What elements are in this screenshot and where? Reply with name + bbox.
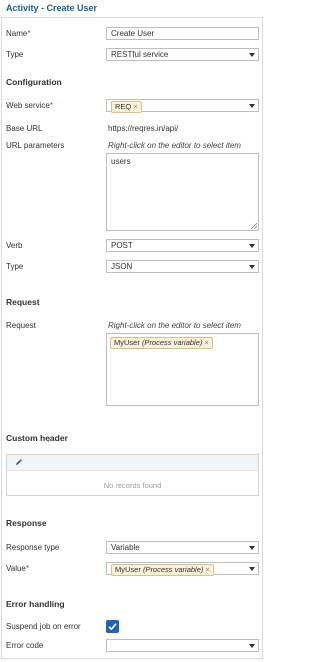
- no-records-text: No records found: [103, 481, 162, 490]
- chevron-down-icon: [249, 644, 255, 648]
- request-section-title: Request: [6, 297, 40, 307]
- configuration-section-title: Configuration: [6, 77, 62, 87]
- error-code-label: Error code: [6, 641, 44, 650]
- config-type-label: Type: [6, 262, 24, 271]
- type-select[interactable]: RESTful service: [106, 48, 259, 61]
- url-parameters-text: users: [111, 157, 131, 166]
- web-service-select[interactable]: REQ ×: [106, 99, 259, 113]
- url-parameters-hint: Right-click on the editor to select item: [108, 141, 241, 150]
- request-chip-kind: (Process variable): [141, 338, 203, 347]
- verb-label: Verb: [6, 241, 23, 250]
- custom-header-section-title: Custom header: [6, 433, 68, 443]
- chevron-down-icon: [249, 53, 255, 57]
- response-type-label: Response type: [6, 543, 60, 552]
- url-parameters-label: URL parameters: [6, 141, 65, 150]
- response-type-value: Variable: [111, 543, 140, 552]
- verb-select-value: POST: [111, 241, 133, 250]
- web-service-label: Web service*: [6, 101, 53, 110]
- url-parameters-editor[interactable]: users: [106, 153, 259, 231]
- request-editor[interactable]: MyUser (Process variable) ×: [106, 333, 259, 406]
- chevron-down-icon: [249, 567, 255, 571]
- request-variable-chip[interactable]: MyUser (Process variable) ×: [110, 337, 213, 349]
- checkmark-icon: [108, 623, 117, 631]
- chevron-down-icon: [249, 546, 255, 550]
- value-variable-chip[interactable]: MyUser (Process variable) ×: [111, 564, 214, 576]
- type-label: Type: [6, 50, 24, 59]
- chevron-down-icon: [249, 244, 255, 248]
- pencil-icon[interactable]: [15, 458, 23, 466]
- resize-grip-icon[interactable]: [251, 223, 257, 229]
- error-handling-section-title: Error handling: [6, 599, 65, 609]
- value-select[interactable]: MyUser (Process variable) ×: [106, 562, 259, 576]
- base-url-label: Base URL: [6, 124, 43, 133]
- name-label: Name*: [6, 29, 31, 38]
- verb-select[interactable]: POST: [106, 239, 259, 252]
- error-code-select[interactable]: [106, 639, 259, 652]
- remove-icon[interactable]: ×: [133, 102, 137, 111]
- config-type-select-value: JSON: [111, 262, 133, 271]
- remove-icon[interactable]: ×: [204, 338, 208, 347]
- request-label: Request: [6, 321, 36, 330]
- value-chip-name: MyUser: [115, 565, 141, 574]
- value-label: Value*: [6, 564, 29, 573]
- remove-icon[interactable]: ×: [205, 565, 209, 574]
- type-select-value: RESTful service: [111, 50, 169, 59]
- chevron-down-icon: [249, 104, 255, 108]
- suspend-job-label: Suspend job on error: [6, 622, 81, 631]
- panel-title: Activity - Create User: [6, 3, 98, 13]
- chevron-down-icon: [249, 265, 255, 269]
- web-service-chip[interactable]: REQ ×: [111, 101, 142, 113]
- response-section-title: Response: [6, 518, 47, 528]
- name-input[interactable]: Create User: [106, 27, 259, 40]
- request-hint: Right-click on the editor to select item: [108, 321, 241, 330]
- request-chip-name: MyUser: [114, 338, 140, 347]
- web-service-chip-label: REQ: [115, 102, 132, 111]
- suspend-job-checkbox[interactable]: [106, 620, 119, 633]
- base-url-value: https://reqres.in/api/: [108, 124, 179, 133]
- value-chip-kind: (Process variable): [142, 565, 204, 574]
- grid-toolbar: [7, 455, 258, 471]
- response-type-select[interactable]: Variable: [106, 541, 259, 554]
- config-type-select[interactable]: JSON: [106, 260, 259, 273]
- custom-header-grid: No records found: [6, 454, 259, 496]
